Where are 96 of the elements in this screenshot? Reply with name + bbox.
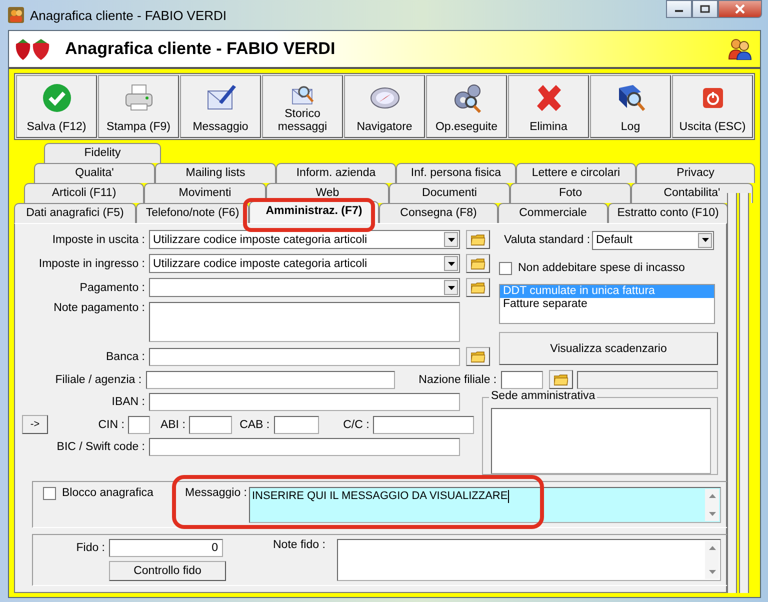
- input-field[interactable]: [149, 438, 460, 456]
- input-field[interactable]: 0: [109, 539, 223, 557]
- input-field[interactable]: [274, 416, 320, 434]
- tab[interactable]: Movimenti: [144, 183, 266, 203]
- folder-button[interactable]: [466, 230, 490, 249]
- tab[interactable]: Mailing lists: [155, 163, 276, 183]
- input-field[interactable]: [149, 348, 460, 366]
- text-area[interactable]: [337, 539, 721, 581]
- input-field[interactable]: [149, 393, 460, 411]
- tab[interactable]: Contabilita': [631, 183, 753, 203]
- toolbar-button[interactable]: Log: [590, 75, 671, 138]
- field-label: IBAN :: [110, 396, 145, 408]
- folder-icon: [471, 350, 485, 362]
- field-label: Filiale / agenzia :: [54, 374, 142, 386]
- folder-button[interactable]: [549, 370, 573, 389]
- folder-icon: [471, 258, 485, 270]
- tab[interactable]: Consegna (F8): [379, 203, 498, 223]
- scroll-down-icon[interactable]: [708, 512, 716, 516]
- toolbar-button[interactable]: Storico messaggi: [262, 75, 343, 138]
- field-label: Pagamento :: [78, 282, 145, 294]
- tab[interactable]: Inf. persona fisica: [396, 163, 516, 183]
- field-label: CAB :: [240, 418, 270, 430]
- folder-icon: [471, 234, 485, 246]
- scroll-down-icon[interactable]: [708, 570, 716, 574]
- minimize-button[interactable]: [666, 0, 692, 18]
- users-icon: [728, 38, 752, 60]
- field-label: C/C :: [343, 418, 370, 430]
- folder-button[interactable]: [466, 278, 490, 297]
- checkbox-label: Blocco anagrafica: [62, 487, 154, 499]
- input-field[interactable]: [373, 416, 474, 434]
- field-label: BIC / Swift code :: [56, 441, 145, 453]
- field-label: Nazione filiale :: [418, 374, 497, 386]
- text-area[interactable]: [149, 302, 460, 342]
- scrollbar[interactable]: [705, 541, 719, 579]
- close-icon: [734, 4, 746, 14]
- field-label: Banca :: [105, 350, 145, 362]
- dropdown[interactable]: [149, 278, 460, 297]
- toolbar-button[interactable]: Stampa (F9): [98, 75, 179, 138]
- toolbar-button[interactable]: Uscita (ESC): [672, 75, 753, 138]
- tab[interactable]: Fidelity: [44, 143, 161, 163]
- field-label: CIN :: [98, 418, 124, 430]
- maximize-icon: [700, 5, 710, 13]
- dropdown[interactable]: Default: [592, 230, 714, 250]
- checkbox[interactable]: [43, 487, 56, 500]
- tab[interactable]: Dati anagrafici (F5): [14, 203, 136, 223]
- message-field[interactable]: INSERIRE QUI IL MESSAGGIO DA VISUALIZZARE: [249, 487, 721, 523]
- folder-button[interactable]: [466, 347, 490, 366]
- arrow-button[interactable]: ->: [22, 415, 48, 434]
- input-field[interactable]: [146, 370, 395, 388]
- toolbar-button[interactable]: Navigatore: [344, 75, 425, 138]
- field-label: Messaggio :: [185, 487, 248, 501]
- field-label: Fido :: [75, 542, 105, 554]
- close-button[interactable]: [718, 0, 762, 18]
- folder-icon: [554, 374, 568, 386]
- checkbox[interactable]: [499, 262, 512, 274]
- tab[interactable]: Estratto conto (F10): [608, 203, 728, 223]
- toolbar-button[interactable]: Salva (F12): [16, 75, 97, 138]
- list-item[interactable]: Fatture separate: [500, 298, 714, 311]
- tab[interactable]: Lettere e circolari: [516, 163, 636, 183]
- tab[interactable]: Documenti: [389, 183, 510, 203]
- field-label: Imposte in ingresso :: [38, 258, 145, 270]
- field-label: ABI :: [160, 418, 186, 430]
- people-icon: [8, 7, 24, 23]
- checkbox-label: Non addebitare spese di incasso: [518, 262, 685, 274]
- input-field[interactable]: [189, 416, 232, 434]
- scrollbar[interactable]: [705, 489, 719, 521]
- input-field[interactable]: [500, 370, 544, 388]
- field-label: Imposte in uscita :: [51, 234, 145, 246]
- folder-icon: [471, 282, 485, 294]
- tab[interactable]: Telefono/note (F6): [136, 203, 249, 223]
- field-label: Valuta standard :: [503, 234, 592, 246]
- toolbar-button[interactable]: Elimina: [508, 75, 589, 138]
- header-title: Anagrafica cliente - FABIO VERDI: [65, 39, 336, 59]
- check-icon: [40, 82, 72, 114]
- group-title: Sede amministrativa: [489, 390, 598, 402]
- scroll-up-icon[interactable]: [708, 494, 716, 498]
- controllo-fido-button[interactable]: Controllo fido: [109, 561, 226, 581]
- input-field[interactable]: [128, 416, 150, 434]
- tab[interactable]: Amministraz. (F7): [249, 201, 379, 223]
- dropdown[interactable]: Utilizzare codice imposte categoria articoli: [149, 254, 460, 273]
- tab[interactable]: Foto: [510, 183, 631, 203]
- scadenzario-button[interactable]: Visualizza scadenzario: [499, 332, 718, 365]
- maximize-button[interactable]: [692, 0, 718, 18]
- tab[interactable]: Privacy: [636, 163, 756, 183]
- field-label: Note pagamento :: [52, 302, 145, 314]
- scroll-up-icon[interactable]: [708, 546, 716, 550]
- tab[interactable]: Qualita': [34, 163, 155, 183]
- toolbar-button[interactable]: Messaggio: [180, 75, 261, 138]
- tab[interactable]: Inform. azienda: [276, 163, 396, 183]
- folder-button[interactable]: [466, 254, 490, 273]
- tab[interactable]: Articoli (F11): [24, 183, 144, 203]
- dropdown[interactable]: Utilizzare codice imposte categoria articoli: [149, 230, 460, 249]
- window-title: Anagrafica cliente - FABIO VERDI: [30, 8, 227, 22]
- field-label: Note fido :: [273, 539, 326, 553]
- toolbar-button[interactable]: Op.eseguite: [426, 75, 507, 138]
- tab[interactable]: Commerciale: [498, 203, 608, 223]
